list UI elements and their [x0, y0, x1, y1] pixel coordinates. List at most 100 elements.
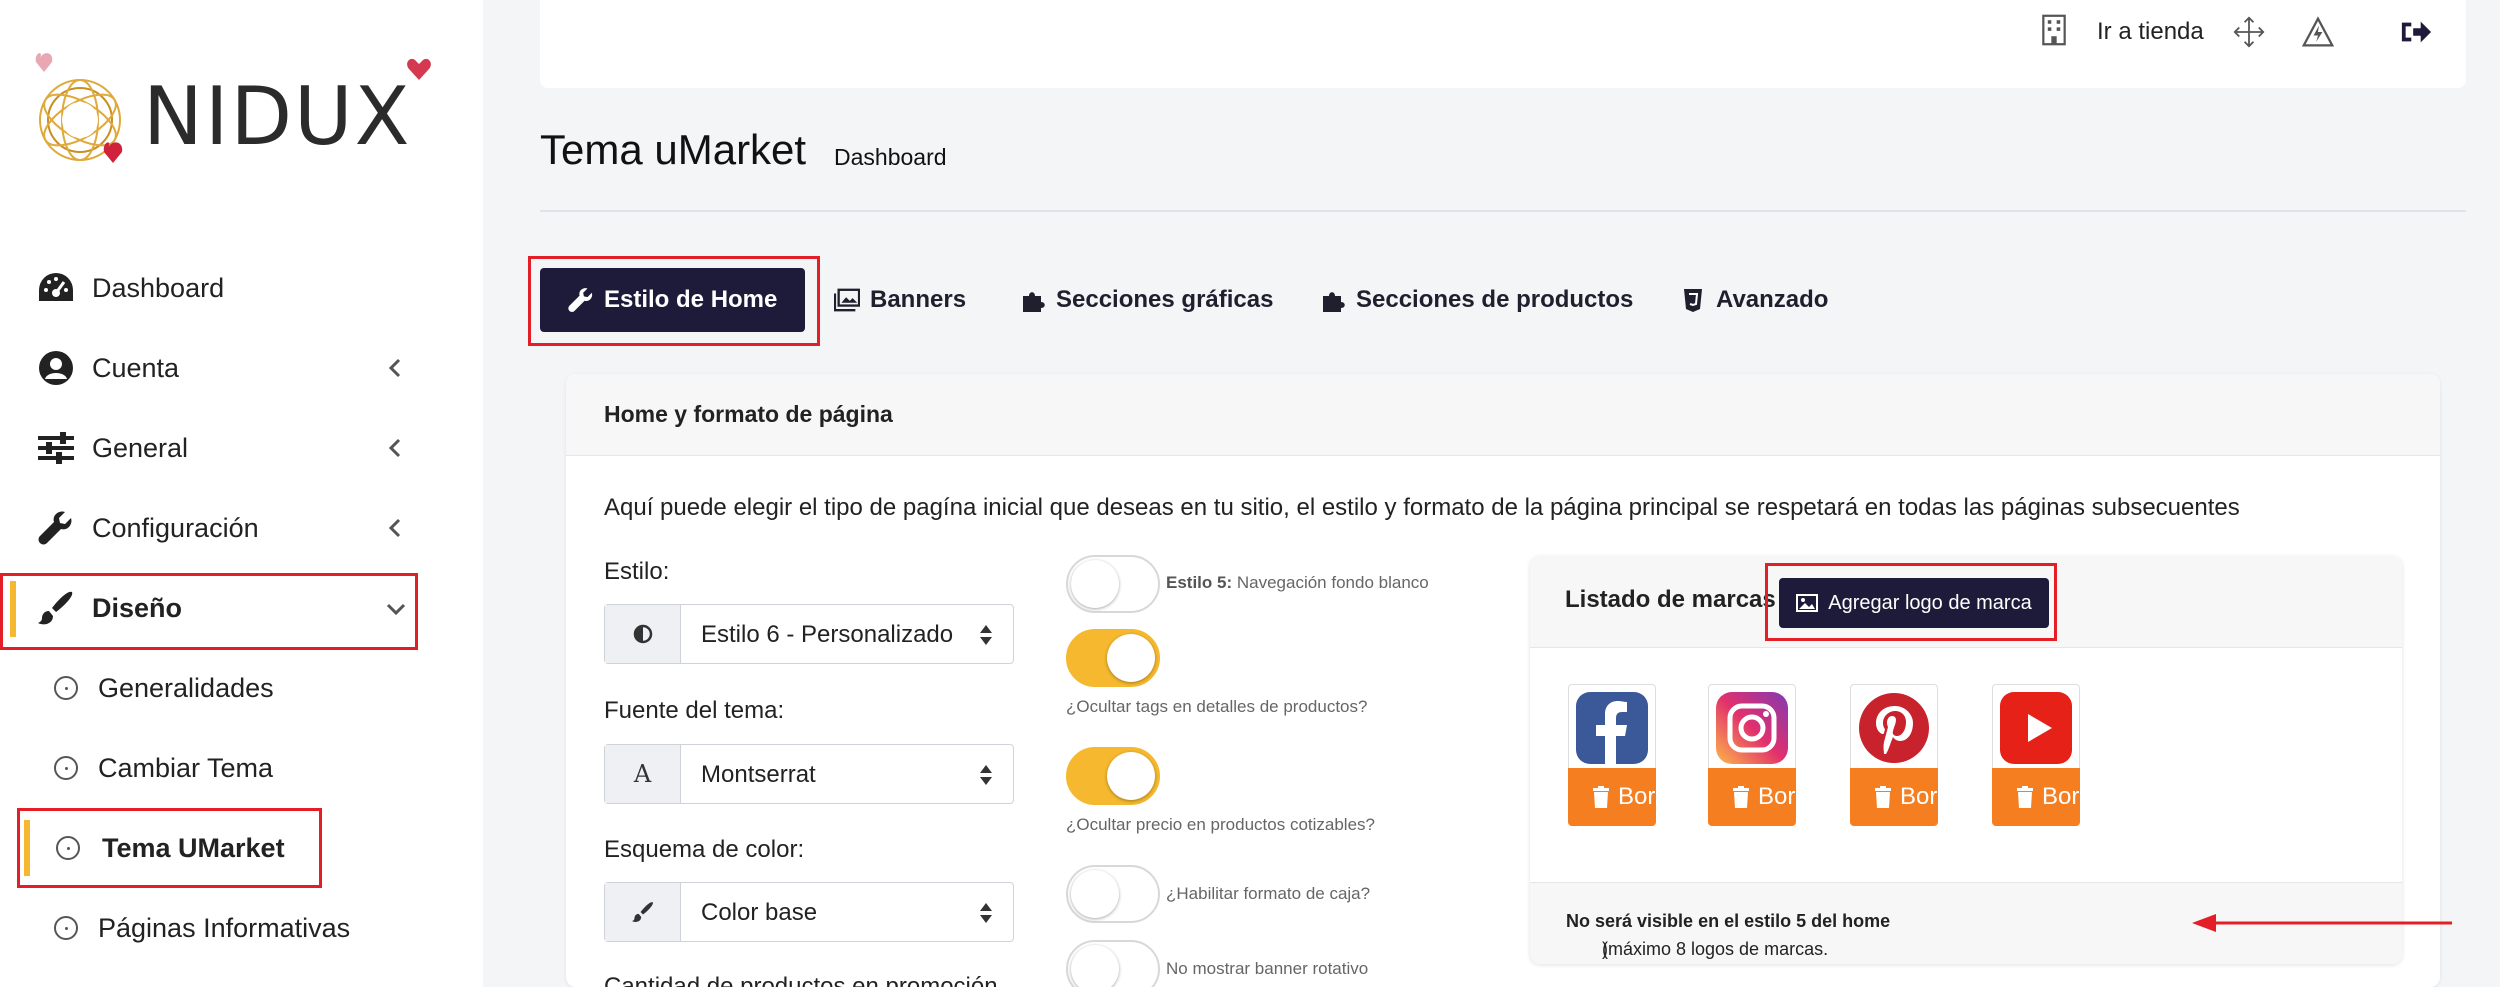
trash-icon: [1593, 786, 1609, 808]
toggle-label: ¿Ocultar tags en detalles de productos?: [1066, 697, 1368, 716]
puzzle-icon: [1323, 292, 1345, 312]
trash-icon: [1733, 786, 1749, 808]
toggle-formato-caja[interactable]: [1066, 865, 1160, 923]
sidebar-item-label: Dashboard: [92, 272, 225, 303]
brands-title: Listado de marcas: [1565, 586, 1776, 613]
fullscreen-icon[interactable]: [2233, 16, 2265, 48]
warning-bolt-icon[interactable]: [2302, 16, 2334, 48]
toggle-banner-rotativo[interactable]: [1066, 940, 1160, 987]
divider: [540, 210, 2466, 212]
logo-text: NIDUX: [143, 70, 412, 163]
color-select[interactable]: Color base: [604, 882, 1014, 942]
delete-brand-button[interactable]: Borrar: [1992, 768, 2080, 826]
circle-icon: [54, 916, 78, 940]
toggle-knob: [1071, 560, 1119, 608]
store-link[interactable]: Ir a tienda: [2097, 18, 2204, 46]
toggle-label: ¿Ocultar precio en productos cotizables?: [1066, 815, 1375, 834]
tab-secciones-graficas[interactable]: Secciones gráficas: [1020, 268, 1273, 332]
highlight-box: [1765, 563, 2057, 641]
promo-label: Cantidad de productos en promoción: [604, 973, 998, 987]
toggle-ocultar-precio[interactable]: [1066, 747, 1160, 805]
font-select-value: Montserrat: [701, 761, 816, 788]
logo-mark-icon: [35, 53, 123, 163]
tab-label: Secciones gráficas: [1056, 286, 1274, 313]
brand-item-instagram: Borrar: [1708, 684, 1796, 826]
page-subtitle: Dashboard: [834, 144, 947, 170]
toggle-knob: [1107, 752, 1155, 800]
css3-icon: [1684, 289, 1702, 312]
toggle-navegacion-fondo-blanco[interactable]: [1066, 555, 1160, 613]
font-icon: A: [605, 745, 681, 803]
card-header: Home y formato de página: [566, 374, 2440, 456]
toggle-knob: [1071, 870, 1119, 918]
chevron-left-icon: [388, 438, 401, 458]
toggle-knob: [1107, 634, 1155, 682]
sidebar-subitem-cambiar-tema[interactable]: Cambiar Tema: [0, 728, 483, 808]
style-select-value: Estilo 6 - Personalizado: [701, 621, 954, 648]
tab-banners[interactable]: Banners: [834, 268, 966, 332]
highlight-box: [17, 808, 322, 888]
instagram-logo: [1708, 684, 1796, 772]
font-select[interactable]: A Montserrat: [604, 744, 1014, 804]
delete-label: Borrar: [1618, 783, 1656, 810]
delete-label: Borrar: [1900, 783, 1938, 810]
tab-label: Avanzado: [1716, 286, 1829, 313]
sidebar-item-dashboard[interactable]: Dashboard: [0, 248, 483, 328]
annotation-arrow-icon: [2192, 914, 2452, 932]
sidebar-subitem-label: Páginas Informativas: [98, 912, 351, 943]
sort-icon: [980, 625, 992, 645]
dashboard-icon: [36, 268, 76, 308]
toggle-label: No mostrar banner rotativo: [1166, 959, 1369, 978]
account-icon: [36, 348, 76, 388]
delete-brand-button[interactable]: Borrar: [1708, 768, 1796, 826]
chevron-left-icon: [388, 358, 401, 378]
building-icon[interactable]: [2038, 14, 2070, 46]
toggle-label: ¿Habilitar formato de caja?: [1166, 884, 1371, 903]
nidux-logo[interactable]: NIDUX: [28, 48, 448, 188]
sidebar-item-label: General: [92, 432, 189, 463]
circle-icon: [54, 676, 78, 700]
sidebar-item-label: Configuración: [92, 512, 259, 543]
brand-item-facebook: Borrar: [1568, 684, 1656, 826]
facebook-logo: [1568, 684, 1656, 772]
tab-label: Banners: [870, 286, 967, 313]
youtube-logo: [1992, 684, 2080, 772]
chevron-left-icon: [388, 518, 401, 538]
sidebar: NIDUX Dashboard Cuenta General Configura…: [0, 0, 483, 987]
delete-brand-button[interactable]: Borrar: [1850, 768, 1938, 826]
style-select[interactable]: Estilo 6 - Personalizado: [604, 604, 1014, 664]
circle-icon: [54, 756, 78, 780]
toggle-ocultar-tags[interactable]: [1066, 629, 1160, 687]
sidebar-item-general[interactable]: General: [0, 408, 483, 488]
heart-icon: [407, 58, 431, 80]
tab-label: Secciones de productos: [1356, 286, 1634, 313]
brand-item-youtube: Borrar: [1992, 684, 2080, 826]
logout-icon[interactable]: [2400, 16, 2432, 48]
pinterest-logo: [1850, 684, 1938, 772]
delete-label: Borrar: [2042, 783, 2080, 810]
delete-brand-button[interactable]: Borrar: [1568, 768, 1656, 826]
tab-secciones-de-productos[interactable]: Secciones de productos: [1320, 268, 1633, 332]
brands-footer-note: (máximo 8 logos de marcas. No será visib…: [1566, 911, 1891, 959]
card-title: Home y formato de página: [604, 401, 893, 427]
tab-avanzado[interactable]: Avanzado: [1680, 268, 1828, 332]
color-select-value: Color base: [701, 899, 818, 926]
sidebar-item-configuracion[interactable]: Configuración: [0, 488, 483, 568]
delete-label: Borrar: [1758, 783, 1796, 810]
puzzle-icon: [1023, 292, 1045, 312]
font-label: Fuente del tema:: [604, 697, 785, 724]
card-intro: Aquí puede elegir el tipo de pagína inic…: [604, 494, 2240, 521]
sort-icon: [980, 765, 992, 785]
page-title: Tema uMarket: [540, 126, 807, 173]
sidebar-subitem-generalidades[interactable]: Generalidades: [0, 648, 483, 728]
sidebar-subitem-paginas-informativas[interactable]: Páginas Informativas: [0, 888, 483, 968]
contrast-icon: [605, 605, 681, 663]
style-label: Estilo:: [604, 558, 670, 585]
highlight-box: [528, 256, 820, 346]
sort-icon: [980, 903, 992, 923]
sidebar-subitem-label: Generalidades: [98, 672, 274, 703]
sidebar-subitem-label: Cambiar Tema: [98, 752, 274, 783]
sidebar-item-cuenta[interactable]: Cuenta: [0, 328, 483, 408]
color-label: Esquema de color:: [604, 836, 805, 863]
images-icon: [834, 288, 860, 312]
